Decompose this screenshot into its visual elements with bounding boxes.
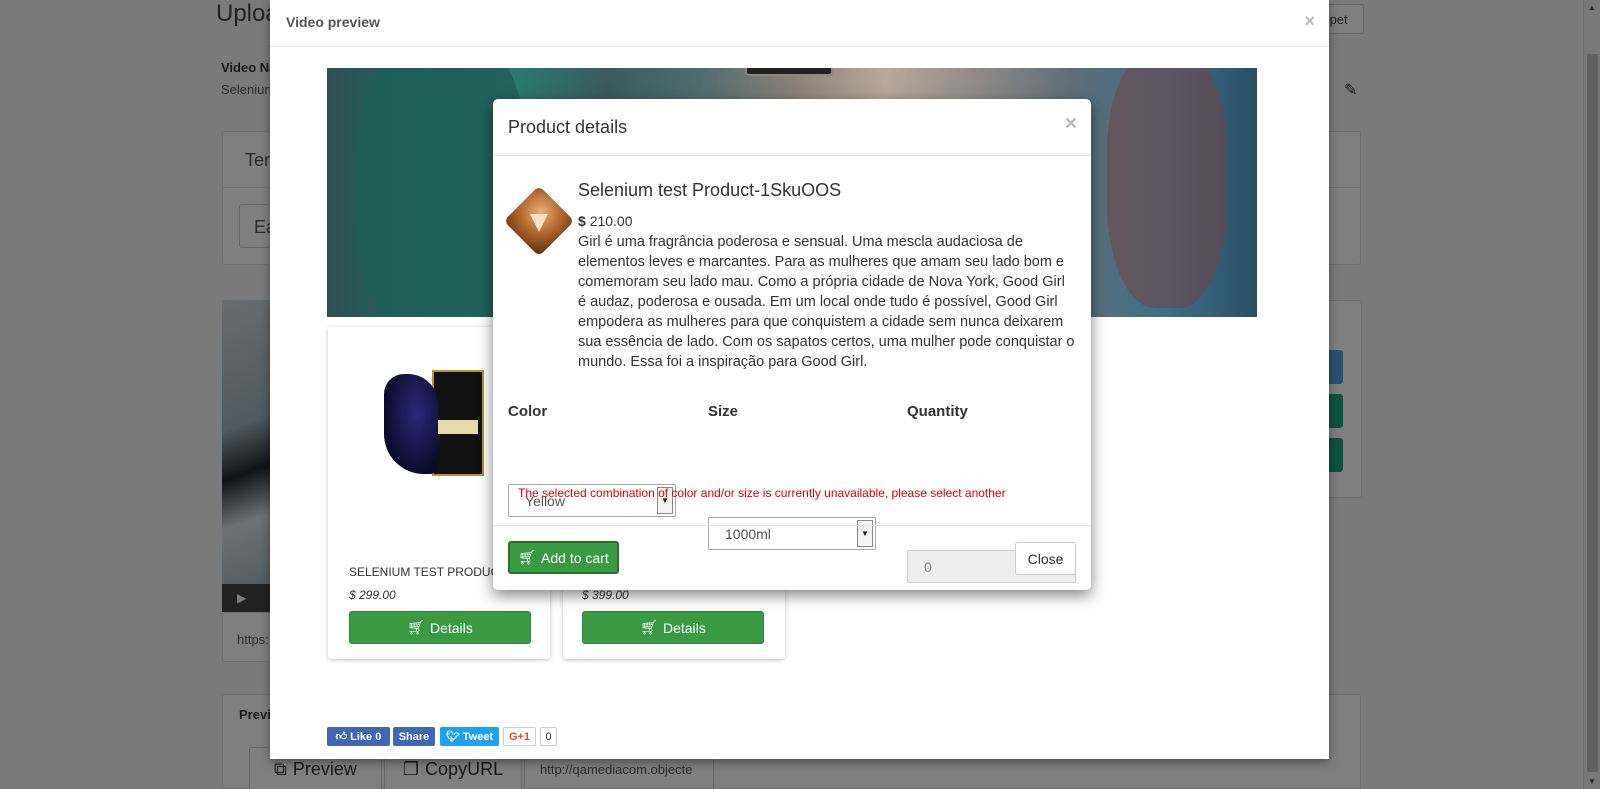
facebook-share-button[interactable]: Share xyxy=(393,727,435,746)
cart-icon: 🛒︎ xyxy=(518,549,537,565)
product-card-price: $ 299.00 xyxy=(349,588,396,602)
google-plus-count: 0 xyxy=(540,727,557,746)
tweet-button[interactable]: 🐦︎ Tweet xyxy=(440,727,499,746)
quantity-label: Quantity xyxy=(907,403,968,420)
product-modal-header: Product details × xyxy=(493,99,1091,156)
close-button[interactable]: Close xyxy=(1015,542,1076,575)
product-details-modal: Product details × Selenium test Product-… xyxy=(493,99,1091,590)
product-price: $ 210.00 xyxy=(578,213,633,229)
video-modal-title: Video preview xyxy=(286,14,380,30)
product-thumbnail xyxy=(503,185,575,257)
product-image xyxy=(384,370,486,478)
cart-icon: 🛒︎ xyxy=(640,619,658,635)
product-name: Selenium test Product-1SkuOOS xyxy=(578,180,842,200)
facebook-like-button[interactable]: 👍︎ Like 0 xyxy=(327,727,390,746)
video-modal-header: Video preview × xyxy=(270,0,1329,47)
thumbs-up-icon: 👍︎ xyxy=(335,731,348,743)
product-modal-title: Product details xyxy=(508,117,628,137)
video-modal-close-icon[interactable]: × xyxy=(1304,12,1315,30)
price-value: 210.00 xyxy=(589,213,633,229)
product-description: Girl é uma fragrância poderosa e sensual… xyxy=(578,234,1075,370)
add-to-cart-button[interactable]: 🛒︎ Add to cart xyxy=(508,541,619,574)
twitter-icon: 🐦︎ xyxy=(445,731,460,743)
cart-icon: 🛒︎ xyxy=(407,619,425,635)
google-plus-button[interactable]: G+1 xyxy=(503,727,536,746)
details-button[interactable]: 🛒︎ Details xyxy=(349,611,531,644)
product-modal-close-icon[interactable]: × xyxy=(1065,113,1077,134)
details-button[interactable]: 🛒︎ Details xyxy=(582,611,764,644)
product-card-price: $ 399.00 xyxy=(582,588,629,602)
error-message: The selected combination of color and/or… xyxy=(518,486,1006,500)
video-control-bar[interactable] xyxy=(745,68,833,76)
currency-symbol: $ xyxy=(578,213,586,229)
color-label: Color xyxy=(508,403,548,420)
size-label: Size xyxy=(708,403,739,420)
product-card-name: SELENIUM TEST PRODUCT xyxy=(349,565,507,579)
